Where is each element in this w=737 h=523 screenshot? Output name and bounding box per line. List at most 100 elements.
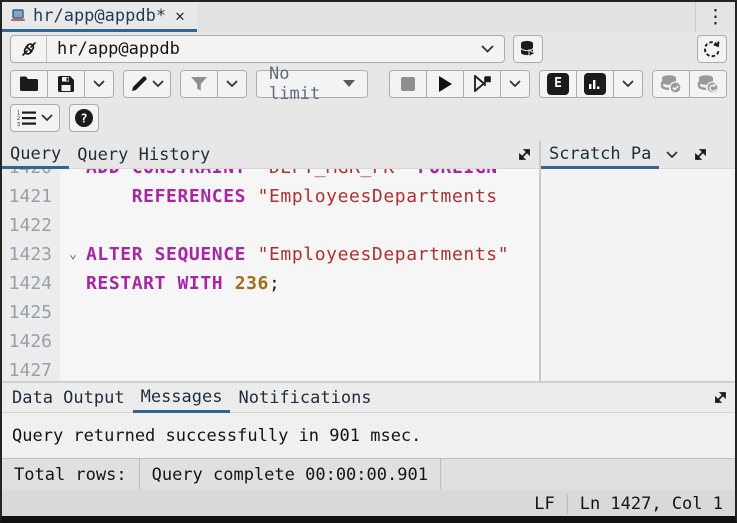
svg-text:3: 3 (17, 121, 20, 125)
tab-query-history[interactable]: Query History (69, 141, 218, 168)
fold-chevron-icon[interactable]: ⌄ (60, 240, 86, 269)
play-icon (439, 76, 452, 92)
laptop-icon (10, 9, 26, 22)
line-number: 1426 (2, 327, 60, 356)
stop-icon (401, 77, 415, 91)
cursor-position: Ln 1427, Col 1 (568, 494, 735, 514)
secondary-toolbar: 1 2 3 ? (2, 101, 735, 134)
line-number: 1422 (2, 211, 60, 240)
chevron-down-icon[interactable] (470, 45, 504, 53)
chevron-down-icon (226, 80, 238, 87)
fold-gutter (60, 327, 86, 356)
sql-editor[interactable]: 1420ADD CONSTRAINT "DEPT_MGR_FK" FOREIGN… (2, 169, 539, 381)
tab-notifications[interactable]: Notifications (230, 383, 379, 412)
scratch-pad-area[interactable] (539, 169, 735, 381)
help-icon: ? (74, 108, 94, 128)
query-result-message: Query returned successfully in 901 msec. (12, 426, 421, 446)
macros-button[interactable]: 1 2 3 (10, 104, 60, 132)
messages-output: Query returned successfully in 901 msec. (2, 413, 735, 458)
tab-query[interactable]: Query (2, 141, 69, 169)
line-number: 1425 (2, 298, 60, 327)
explain-analyze-icon (584, 73, 606, 95)
code-line[interactable]: 1427 (2, 356, 539, 381)
save-options-dropdown[interactable] (84, 70, 114, 98)
dropdown-arrow-icon (343, 80, 355, 87)
save-file-button[interactable] (47, 70, 85, 98)
query-tabs-spacer (218, 141, 509, 168)
row-limit-value: No limit (269, 64, 339, 104)
expand-icon[interactable] (509, 141, 539, 168)
document-tab-bar: hr/app@appdb* ✕ ⋮ (2, 2, 735, 32)
tab-data-output[interactable]: Data Output (4, 383, 133, 412)
connection-value: hr/app@appdb (47, 39, 470, 59)
query-tool-tab[interactable]: hr/app@appdb* ✕ (2, 2, 197, 32)
help-button[interactable]: ? (69, 104, 99, 132)
tab-title: hr/app@appdb* (33, 6, 166, 26)
scratch-expand-icon[interactable] (685, 141, 715, 168)
commit-button[interactable] (652, 70, 690, 98)
chevron-down-icon (41, 114, 53, 121)
chevron-down-icon[interactable] (659, 141, 685, 168)
query-tool-window: hr/app@appdb* ✕ ⋮ hr/app@appdb (0, 0, 737, 523)
line-number: 1423 (2, 240, 60, 269)
refresh-icon (702, 39, 722, 59)
cancel-query-button[interactable] (389, 70, 427, 98)
code-line[interactable]: 1425 (2, 298, 539, 327)
chevron-down-icon (622, 80, 634, 87)
filter-button[interactable] (180, 70, 218, 98)
chevron-down-icon (509, 80, 521, 87)
query-panel-header: Query Query History (2, 141, 539, 169)
connection-bar: hr/app@appdb (2, 32, 735, 66)
rollback-button[interactable] (689, 70, 727, 98)
explain-icon: E (547, 73, 569, 95)
folder-icon (19, 76, 39, 92)
connection-dropdown[interactable]: hr/app@appdb (10, 35, 505, 63)
explain-dropdown[interactable] (613, 70, 643, 98)
code-line[interactable]: 1424RESTART WITH 236; (2, 269, 539, 298)
output-tabs-spacer (380, 383, 705, 412)
explain-button[interactable]: E (539, 70, 577, 98)
new-connection-button[interactable] (513, 35, 543, 63)
editor-panel-tabs: Query Query History Scratch Pa (2, 141, 735, 169)
execute-button[interactable] (426, 70, 464, 98)
code-line[interactable]: 1422 (2, 211, 539, 240)
code-text (86, 298, 539, 327)
code-text: ADD CONSTRAINT "DEPT_MGR_FK" FOREIGN (86, 169, 539, 182)
execute-options-button[interactable] (463, 70, 501, 98)
filter-icon (190, 76, 208, 92)
tab-scratch-pad[interactable]: Scratch Pa (541, 141, 659, 169)
line-number: 1424 (2, 269, 60, 298)
connected-plug-icon (11, 36, 47, 62)
save-icon (57, 75, 75, 93)
kebab-menu-icon[interactable]: ⋮ (695, 2, 735, 32)
fold-gutter (60, 298, 86, 327)
close-icon[interactable]: ✕ (173, 6, 187, 25)
fold-gutter (60, 211, 86, 240)
code-line[interactable]: 1423⌄ALTER SEQUENCE "EmployeesDepartment… (2, 240, 539, 269)
chevron-down-icon (93, 80, 105, 87)
code-text: REFERENCES "EmployeesDepartments (86, 182, 539, 211)
macro-refresh-button[interactable] (697, 35, 727, 63)
svg-text:?: ? (80, 111, 87, 125)
row-limit-dropdown[interactable]: No limit (256, 70, 368, 98)
tab-bar-spacer (197, 2, 695, 32)
edit-button[interactable] (123, 70, 171, 98)
output-expand-icon[interactable] (705, 383, 735, 412)
scratch-panel-header: Scratch Pa (539, 141, 735, 169)
code-line[interactable]: 1421 REFERENCES "EmployeesDepartments (2, 182, 539, 211)
status-bar-row1: Total rows: Query complete 00:00:00.901 (2, 458, 735, 490)
execute-dropdown[interactable] (500, 70, 530, 98)
code-line[interactable]: 1420ADD CONSTRAINT "DEPT_MGR_FK" FOREIGN (2, 169, 539, 182)
filter-options-dropdown[interactable] (217, 70, 247, 98)
fold-gutter (60, 182, 86, 211)
open-file-button[interactable] (10, 70, 48, 98)
fold-gutter (60, 356, 86, 381)
tab-messages[interactable]: Messages (133, 383, 231, 413)
query-complete-status: Query complete 00:00:00.901 (140, 459, 441, 490)
editor-zone: 1420ADD CONSTRAINT "DEPT_MGR_FK" FOREIGN… (2, 169, 735, 381)
line-number: 1421 (2, 182, 60, 211)
code-line[interactable]: 1426 (2, 327, 539, 356)
explain-analyze-button[interactable] (576, 70, 614, 98)
line-number: 1427 (2, 356, 60, 381)
execute-options-icon (473, 75, 492, 92)
